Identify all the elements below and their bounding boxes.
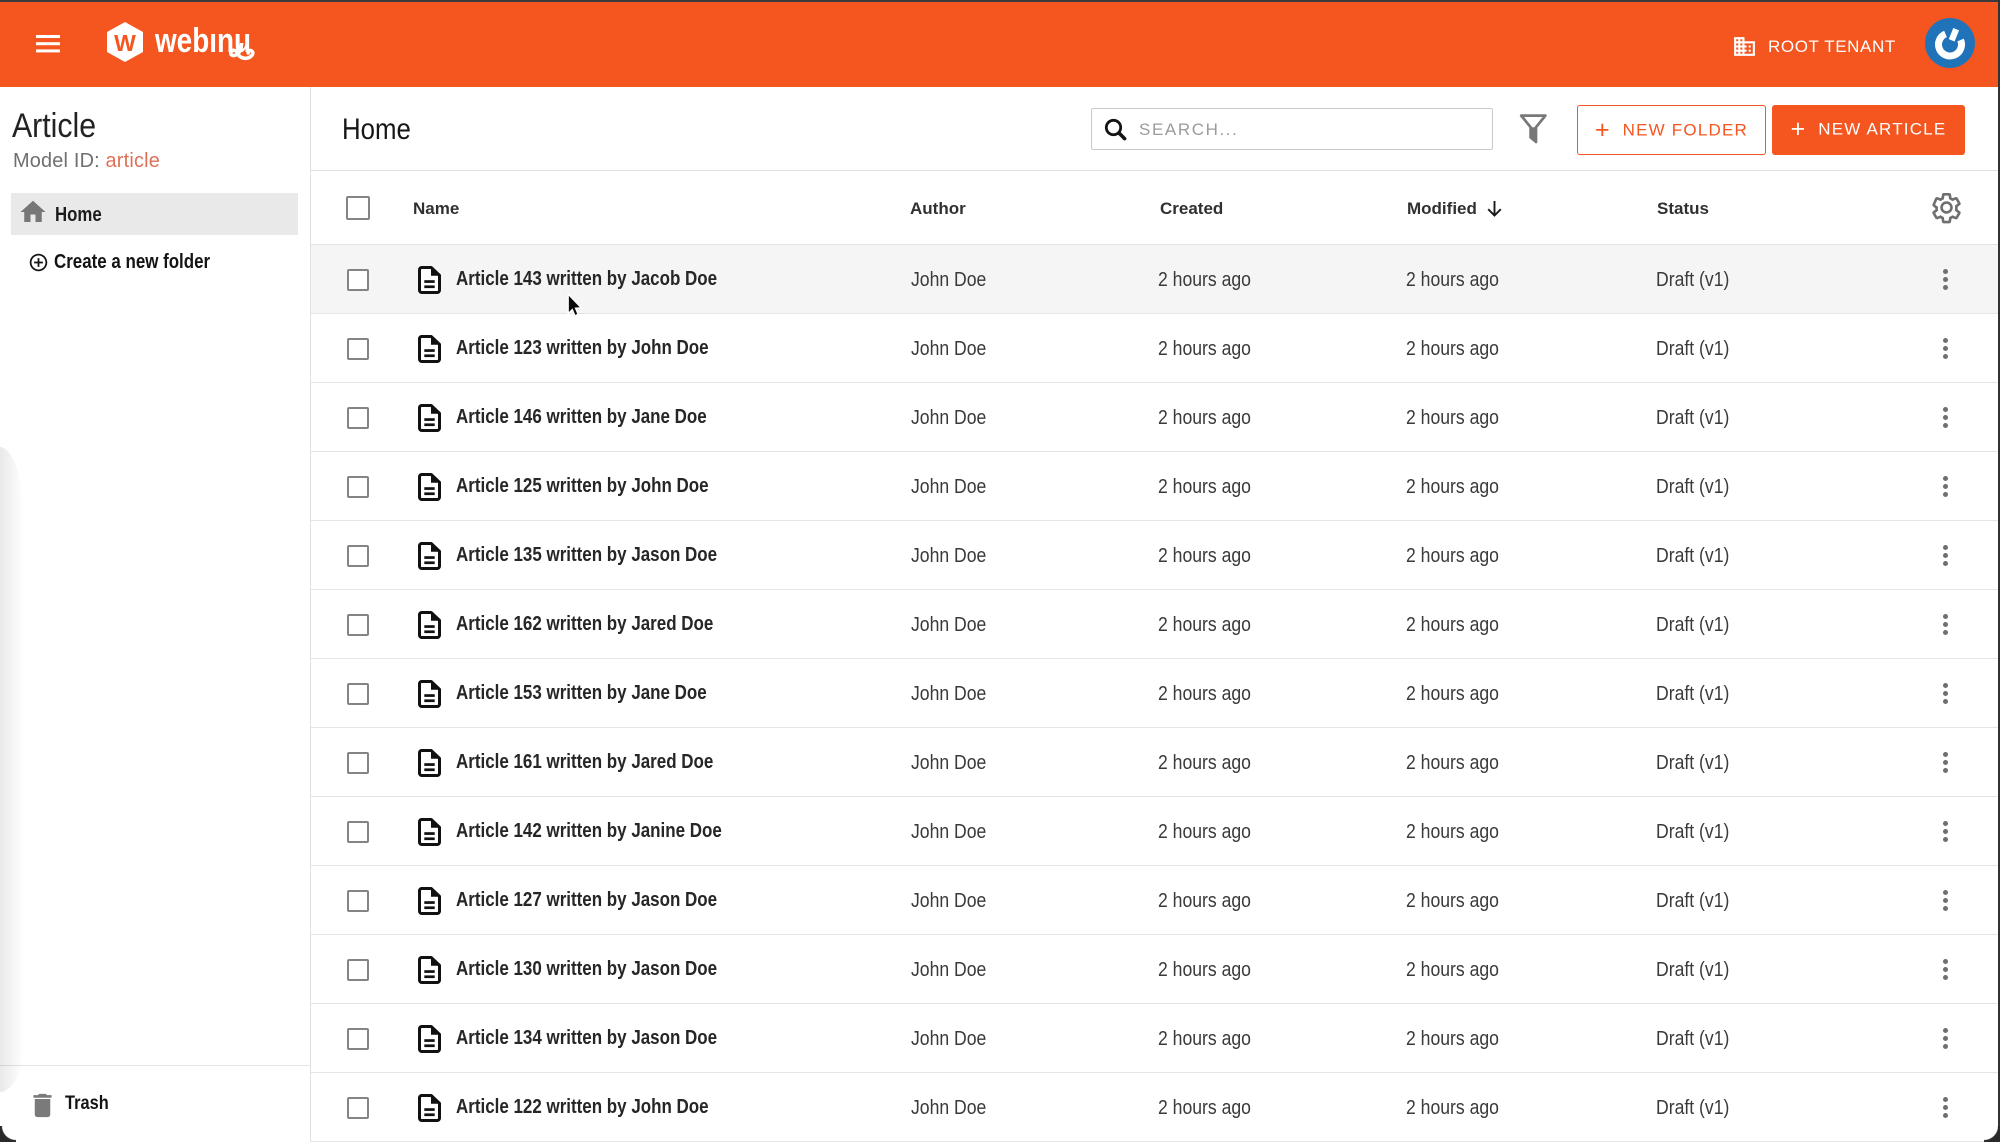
svg-text:W: W [114,30,136,56]
